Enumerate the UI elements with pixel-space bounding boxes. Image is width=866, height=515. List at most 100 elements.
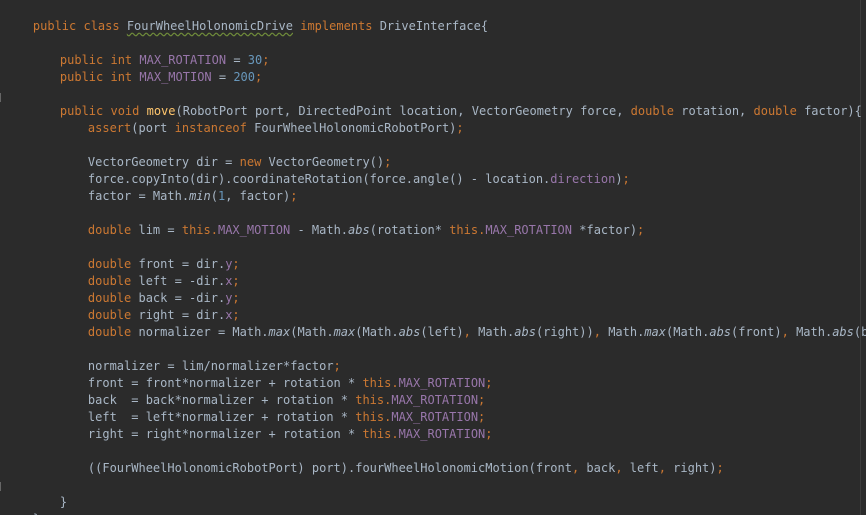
keyword: double (630, 104, 682, 118)
keyword: this. (362, 427, 399, 441)
code-line-6: public void move(RobotPort port, Directe… (31, 86, 862, 118)
expression: , factor) (225, 189, 291, 203)
paren: ) (615, 172, 623, 186)
keyword: this. (449, 223, 486, 237)
static-method: max (333, 325, 356, 339)
code-line-24: left = left*normalizer + rotation * this… (59, 392, 485, 424)
code-line-17: double back = -dir.y; (59, 273, 240, 305)
keyword: double (87, 223, 139, 237)
code-line-18: double right = dir.x; (59, 290, 240, 322)
code-line-25: right = right*normalizer + rotation * th… (59, 409, 493, 441)
keyword: public class (32, 19, 127, 33)
field: MAX_ROTATION (398, 427, 486, 441)
comma: , (593, 325, 609, 339)
type-name: FourWheelHolonomicRobotPort) (254, 121, 457, 135)
comma: , (615, 461, 630, 475)
keyword: implements (293, 19, 380, 33)
code-line-10: force.copyInto(dir).coordinateRotation(f… (59, 154, 630, 186)
expression: (back))) (853, 325, 866, 339)
expression: back (586, 461, 616, 475)
expression: (Math. (290, 325, 334, 339)
interface-name: DriveInterface{ (379, 19, 489, 33)
expression: (left) (420, 325, 464, 339)
expression: (rotation* (369, 223, 450, 237)
code-line-22: front = front*normalizer + rotation * th… (59, 358, 493, 390)
code-line-23: back = back*normalizer + rotation * this… (59, 375, 485, 407)
semicolon: ; (262, 53, 270, 67)
keyword: double (87, 325, 139, 339)
expression: Math. (608, 325, 645, 339)
static-method: abs (398, 325, 421, 339)
expression: (front) (731, 325, 782, 339)
fold-marker-icon[interactable] (0, 93, 4, 102)
static-method: max (268, 325, 291, 339)
static-method: abs (514, 325, 536, 339)
semicolon: ; (485, 427, 493, 441)
static-method: max (644, 325, 666, 339)
semicolon: ; (637, 223, 645, 237)
code-line-30: } (4, 494, 40, 515)
code-line-15: double front = dir.y; (59, 239, 240, 271)
semicolon: ; (456, 121, 464, 135)
semicolon: ; (716, 461, 724, 475)
code-line-9: VectorGeometry dir = new VectorGeometry(… (59, 137, 391, 169)
expression: factor = Math. (87, 189, 190, 203)
comma: , (463, 325, 479, 339)
field: direction (550, 172, 616, 186)
expression: ((FourWheelHolonomicRobotPort) port).fou… (87, 461, 572, 475)
expression: (right)) (535, 325, 594, 339)
comma: , (658, 461, 674, 475)
closing-brace: } (59, 495, 68, 509)
static-method: abs (832, 325, 854, 339)
expression: right = right*normalizer + rotation * (87, 427, 363, 441)
param: factor){ (804, 104, 862, 118)
code-line-7: assert(port instanceof FourWheelHolonomi… (59, 103, 464, 135)
expression: right) (673, 461, 717, 475)
expression: *factor) (572, 223, 638, 237)
static-method: abs (348, 223, 370, 237)
semicolon: ; (255, 70, 263, 84)
param: rotation, (681, 104, 754, 118)
code-line-27: ((FourWheelHolonomicRobotPort) port).fou… (59, 443, 724, 475)
comma: , (571, 461, 587, 475)
code-line-13: double lim = this.MAX_MOTION - Math.abs(… (59, 205, 644, 237)
keyword: double (753, 104, 805, 118)
fold-marker-icon[interactable] (0, 482, 4, 491)
number: 200 (233, 70, 256, 84)
code-line-21: normalizer = lim/normalizer*factor; (59, 341, 341, 373)
field: MAX_MOTION (139, 70, 212, 84)
code-line-11: factor = Math.min(1, factor); (59, 171, 298, 203)
code-editor[interactable]: public class FourWheelHolonomicDrive imp… (0, 0, 866, 515)
expression: - Math. (290, 223, 349, 237)
code-line-1: public class FourWheelHolonomicDrive imp… (4, 1, 488, 33)
right-margin-guide (860, 0, 861, 515)
expression: lim = (138, 223, 182, 237)
field: MAX_ROTATION (485, 223, 573, 237)
code-line-19: double normalizer = Math.max(Math.max(Ma… (59, 307, 866, 339)
operator: = (211, 70, 234, 84)
code-line-4: public int MAX_MOTION = 200; (31, 52, 262, 84)
keyword: public int (59, 70, 140, 84)
semicolon: ; (622, 172, 630, 186)
semicolon: ; (485, 376, 493, 390)
expression: Math. (478, 325, 515, 339)
code-line-3: public int MAX_ROTATION = 30; (31, 35, 270, 67)
keyword: instanceof (174, 121, 255, 135)
expression: Math. (796, 325, 833, 339)
keyword: this. (181, 223, 218, 237)
class-name: FourWheelHolonomicDrive (126, 19, 293, 33)
expression: (Math. (355, 325, 399, 339)
keyword: assert (87, 121, 132, 135)
field: MAX_MOTION (217, 223, 291, 237)
code-line-29: } (31, 477, 67, 509)
static-method: min (189, 189, 211, 203)
semicolon: ; (290, 189, 298, 203)
static-method: abs (709, 325, 732, 339)
expression: (port (131, 121, 175, 135)
expression: (Math. (666, 325, 710, 339)
code-line-16: double left = -dir.x; (59, 256, 240, 288)
comma: , (781, 325, 797, 339)
expression: normalizer = Math. (138, 325, 269, 339)
paren: ( (210, 189, 218, 203)
expression: left (629, 461, 659, 475)
